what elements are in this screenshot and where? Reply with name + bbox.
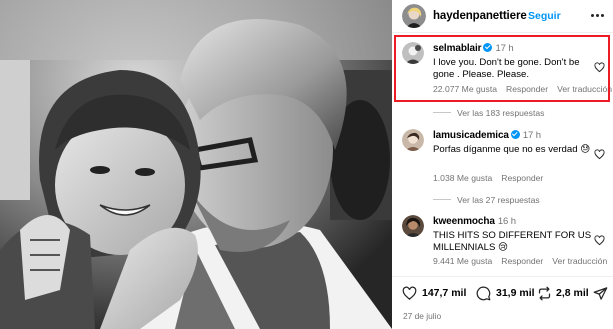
avatar-image [402, 42, 424, 64]
comment-text: THIS HITS SO DIFFERENT FOR US MILLENNIAL… [433, 230, 592, 253]
commenter-username[interactable]: selmablair [433, 43, 482, 54]
avatar-image [402, 215, 424, 237]
comment-text: I love you. Don't be gone. Don't be gone… [433, 57, 580, 80]
like-comment-heart-icon[interactable] [594, 62, 605, 73]
post-header: haydenpanettiere Seguir [392, 0, 613, 33]
like-comment-heart-icon[interactable] [594, 149, 605, 160]
verified-badge-icon [510, 130, 520, 139]
see-translation-link[interactable]: Ver traducción [557, 84, 612, 94]
view-replies-link[interactable]: Ver las 27 respuestas [433, 195, 540, 205]
comment-likes[interactable]: 22.077 Me gusta [433, 84, 497, 94]
comment-text: Porfas díganme que no es verdad 😓 [433, 144, 591, 155]
view-replies-link[interactable]: Ver las 183 respuestas [433, 108, 544, 118]
author-username[interactable]: haydenpanettiere [433, 10, 527, 22]
comment-time: 16 h [497, 216, 516, 227]
post-photo [0, 0, 392, 329]
share-send-icon[interactable] [593, 286, 608, 301]
avatar-image [402, 129, 424, 151]
comment-bubble-icon[interactable] [476, 286, 491, 301]
comment-likes[interactable]: 1.038 Me gusta [433, 173, 492, 183]
post-action-bar: 147,7 mil 31,9 mil 2,8 mil [392, 276, 613, 308]
more-options-icon[interactable] [591, 13, 605, 19]
like-count[interactable]: 147,7 mil [422, 287, 466, 299]
view-replies-label: Ver las 27 respuestas [457, 195, 540, 205]
repost-count[interactable]: 2,8 mil [556, 287, 589, 299]
like-comment-heart-icon[interactable] [594, 235, 605, 246]
couple-photo-illustration [0, 0, 392, 329]
comments-panel: haydenpanettiere Seguir selmablair 17 h I… [392, 0, 613, 329]
see-translation-link[interactable]: Ver traducción [552, 256, 607, 266]
reply-button[interactable]: Responder [506, 84, 548, 94]
repost-icon[interactable] [537, 286, 552, 301]
reply-button[interactable]: Responder [501, 173, 543, 183]
comment-time: 17 h [522, 130, 541, 141]
commenter-avatar[interactable] [402, 42, 424, 64]
post-date: 27 de julio [403, 311, 442, 321]
comment-likes[interactable]: 9.441 Me gusta [433, 256, 492, 266]
view-replies-label: Ver las 183 respuestas [457, 108, 545, 118]
reply-button[interactable]: Responder [501, 256, 543, 266]
avatar-image [402, 4, 426, 28]
commenter-avatar[interactable] [402, 215, 424, 237]
like-heart-icon[interactable] [402, 286, 417, 301]
comment-time: 17 h [495, 43, 514, 54]
comment-count[interactable]: 31,9 mil [496, 287, 535, 299]
follow-button[interactable]: Seguir [528, 10, 561, 22]
commenter-username[interactable]: kweenmocha [433, 216, 495, 227]
author-avatar[interactable] [402, 4, 426, 28]
commenter-avatar[interactable] [402, 129, 424, 151]
verified-badge-icon [483, 43, 493, 52]
commenter-username[interactable]: lamusicademica [433, 130, 509, 141]
